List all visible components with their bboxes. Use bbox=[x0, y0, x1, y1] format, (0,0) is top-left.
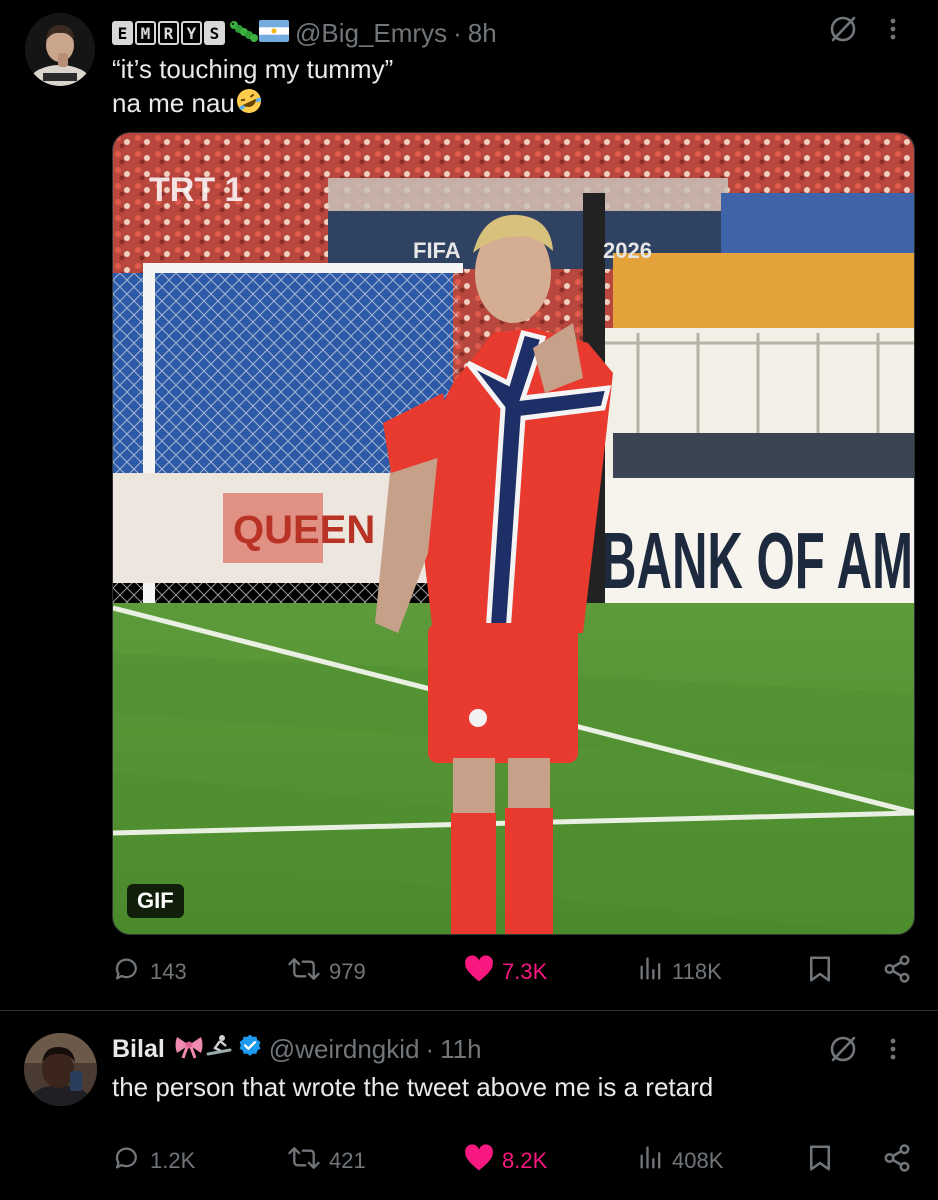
reply-icon bbox=[112, 1143, 142, 1179]
share-button[interactable] bbox=[882, 1141, 912, 1181]
reply-count: 1.2K bbox=[150, 1148, 196, 1173]
views-button[interactable]: 118K bbox=[638, 952, 722, 992]
avatar[interactable] bbox=[25, 13, 95, 86]
heart-filled-icon bbox=[464, 1144, 494, 1178]
reply-count: 143 bbox=[150, 959, 187, 984]
grok-icon[interactable] bbox=[828, 14, 858, 49]
repost-count: 979 bbox=[329, 959, 366, 984]
separator-dot: · bbox=[425, 1033, 435, 1064]
share-icon bbox=[882, 954, 912, 990]
like-count: 8.2K bbox=[502, 1148, 548, 1173]
bookmark-button[interactable] bbox=[806, 952, 834, 992]
name-letter: R bbox=[158, 21, 179, 45]
broadcaster-logo: TRT 1 bbox=[149, 171, 243, 209]
tweet-media-gif[interactable]: QUEEN BANK OF AM FIFA 2026 TRT 1 GIF bbox=[112, 132, 915, 935]
heart-filled-icon bbox=[464, 955, 494, 989]
repost-button[interactable]: 979 bbox=[287, 952, 366, 992]
avatar[interactable] bbox=[24, 1033, 97, 1106]
name-letter: E bbox=[112, 21, 133, 45]
timestamp[interactable]: 11h bbox=[440, 1034, 481, 1065]
football-scene-image: QUEEN BANK OF AM FIFA 2026 TRT 1 bbox=[113, 133, 914, 934]
tweet-text: the person that wrote the tweet above me… bbox=[112, 1072, 714, 1102]
views-icon bbox=[638, 955, 664, 989]
banner-fifa-text: FIFA bbox=[413, 238, 461, 263]
author-name[interactable]: E M R Y S bbox=[112, 21, 225, 45]
caterpillar-icon bbox=[229, 17, 259, 50]
views-icon bbox=[638, 1144, 664, 1178]
bookmark-icon bbox=[806, 1143, 834, 1179]
repost-count: 421 bbox=[329, 1148, 366, 1173]
ribbon-icon bbox=[173, 1033, 205, 1066]
reply-icon bbox=[112, 954, 142, 990]
argentina-flag-icon bbox=[259, 18, 289, 49]
more-options-icon[interactable] bbox=[888, 14, 898, 49]
tweet-text-line: na me nau bbox=[112, 86, 263, 123]
tweet-divider bbox=[0, 1010, 938, 1011]
verified-badge-icon bbox=[237, 1033, 263, 1066]
like-button[interactable]: 8.2K bbox=[464, 1141, 547, 1181]
tweet-text-line: “it’s touching my tummy” bbox=[112, 54, 394, 84]
like-count: 7.3K bbox=[502, 959, 548, 984]
views-button[interactable]: 408K bbox=[638, 1141, 723, 1181]
rofl-emoji-icon bbox=[235, 87, 263, 123]
tweet-actions: 1.2K 421 8.2K 408K bbox=[112, 1141, 915, 1181]
views-count: 408K bbox=[672, 1148, 724, 1173]
ad-board-left-text: QUEEN bbox=[233, 508, 375, 552]
name-letter: S bbox=[204, 21, 225, 45]
bookmark-icon bbox=[806, 954, 834, 990]
tweet-actions: 143 979 7.3K 118K bbox=[112, 952, 915, 992]
tweet-text-content: na me nau bbox=[112, 88, 235, 118]
separator-dot: · bbox=[453, 17, 462, 48]
share-button[interactable] bbox=[882, 952, 912, 992]
name-letter: Y bbox=[181, 21, 202, 45]
timestamp[interactable]: 8h bbox=[468, 18, 497, 49]
more-options-icon[interactable] bbox=[888, 1034, 898, 1069]
name-letter: M bbox=[135, 21, 156, 45]
grok-icon[interactable] bbox=[828, 1034, 858, 1069]
ad-board-text: BANK OF AM bbox=[601, 516, 913, 605]
repost-button[interactable]: 421 bbox=[287, 1141, 366, 1181]
repost-icon bbox=[287, 954, 321, 990]
like-button[interactable]: 7.3K bbox=[464, 952, 547, 992]
share-icon bbox=[882, 1143, 912, 1179]
author-handle[interactable]: @Big_Emrys bbox=[295, 18, 447, 49]
author-name[interactable]: Bilal bbox=[112, 1035, 165, 1064]
reply-button[interactable]: 143 bbox=[112, 952, 187, 992]
snowboarder-icon bbox=[205, 1033, 233, 1066]
author-handle[interactable]: @weirdngkid bbox=[269, 1034, 420, 1065]
banner-year-text: 2026 bbox=[603, 238, 652, 263]
bookmark-button[interactable] bbox=[806, 1141, 834, 1181]
gif-badge[interactable]: GIF bbox=[127, 884, 184, 918]
reply-button[interactable]: 1.2K bbox=[112, 1141, 195, 1181]
repost-icon bbox=[287, 1143, 321, 1179]
views-count: 118K bbox=[672, 959, 722, 984]
